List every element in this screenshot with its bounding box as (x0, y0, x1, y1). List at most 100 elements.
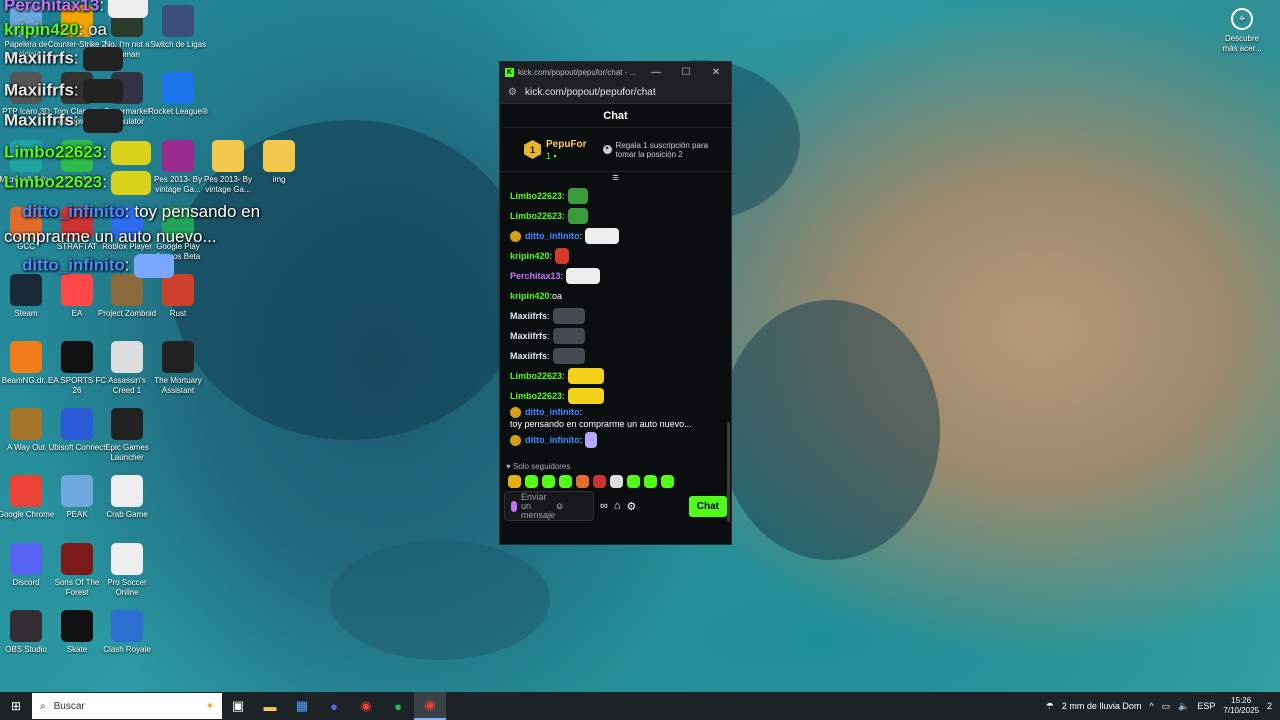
desktop-shortcut[interactable]: The Mortuary Assistant (148, 341, 208, 396)
chat-message: kripin420: oa (510, 286, 721, 306)
address-url: kick.com/popout/pepufor/chat (524, 87, 656, 98)
network-icon[interactable]: ▭ (1162, 701, 1171, 712)
address-bar[interactable]: ⚙ kick.com/popout/pepufor/chat (500, 82, 731, 104)
overlay-chat-line: ditto_infinito: toy pensando en (22, 202, 260, 222)
desktop-shortcut[interactable]: Switch de Ligas (148, 5, 208, 50)
search-placeholder: Buscar (53, 700, 85, 712)
microphone-icon[interactable] (511, 500, 517, 512)
chat-emote[interactable] (555, 248, 570, 264)
chrome-taskbar-icon[interactable]: ◉ (350, 692, 382, 720)
discover-shortcut[interactable]: ⌖ Descubre más acer... (1220, 8, 1264, 54)
quick-emote[interactable] (627, 475, 640, 488)
desktop-shortcut[interactable]: Rocket League® (148, 72, 208, 117)
league-icon (162, 5, 194, 37)
chat-emote[interactable] (552, 348, 585, 364)
chat-emote[interactable] (567, 208, 588, 224)
store-icon[interactable]: ⌂ (614, 500, 621, 512)
chat-username[interactable]: kripin420 (510, 290, 550, 302)
gift-sub-prompt[interactable]: ✦ Regala 1 suscripción para tomar la pos… (602, 141, 725, 159)
quick-emote[interactable] (576, 475, 589, 488)
quick-emote[interactable] (525, 475, 538, 488)
rank-badge-icon: 1 (524, 140, 541, 159)
copilot-icon: ✦ (205, 700, 214, 712)
quick-emote[interactable] (644, 475, 657, 488)
quick-emote[interactable] (593, 475, 606, 488)
system-tray: ☂ 2 mm de lluvia Dom ^ ▭ 🔈 ESP 15:26 7/1… (1046, 696, 1280, 716)
window-titlebar[interactable]: K kick.com/popout/pepufor/chat - ... — ☐… (500, 62, 731, 82)
chat-emote[interactable] (552, 328, 585, 344)
chat-emote[interactable] (552, 308, 585, 324)
chat-username[interactable]: ditto_infinito (525, 230, 579, 242)
leader-username[interactable]: PepuFor (546, 139, 587, 151)
spotify-taskbar-icon[interactable]: ● (382, 692, 414, 720)
desktop-shortcut[interactable]: Pro Soccer Online (97, 543, 157, 598)
maximize-button[interactable]: ☐ (671, 67, 701, 78)
weather-text[interactable]: 2 mm de lluvia Dom (1062, 701, 1142, 711)
file-explorer-icon[interactable]: ▬ (254, 692, 286, 720)
overlay-username: Limbo22623 (4, 142, 103, 162)
chat-separator: : (579, 231, 582, 241)
chrome-kick-taskbar-icon[interactable]: ◉ (414, 692, 446, 720)
quick-emote[interactable] (661, 475, 674, 488)
quick-emote[interactable] (559, 475, 572, 488)
close-button[interactable]: ✕ (701, 67, 731, 78)
collapse-pinned-icon[interactable]: ≡ (500, 172, 731, 186)
desktop-shortcut[interactable]: Crab Game (97, 475, 157, 520)
chat-username[interactable]: ditto_infinito (525, 406, 579, 418)
chat-username[interactable]: Limbo22623 (510, 390, 562, 402)
chat-username[interactable]: Maxiifrfs (510, 330, 547, 342)
windows-start-icon[interactable]: ⊞ (0, 699, 32, 713)
chat-scrollbar[interactable] (727, 422, 730, 522)
task-view-icon[interactable]: ▣ (222, 692, 254, 720)
quick-emote[interactable] (610, 475, 623, 488)
language-indicator[interactable]: ESP (1197, 701, 1215, 711)
subscriber-leaderboard[interactable]: 1 PepuFor 1 ▪ ✦ Regala 1 suscripción par… (500, 128, 731, 172)
chat-username[interactable]: Maxiifrfs (510, 310, 547, 322)
chat-username[interactable]: ditto_infinito (525, 434, 579, 446)
chat-input[interactable]: Enviar un mensaje ☺ (504, 491, 594, 521)
discord-taskbar-icon[interactable]: ● (318, 692, 350, 720)
kick-logo-icon: K (505, 67, 514, 77)
emoji-icon[interactable]: ☺ (555, 501, 564, 511)
desktop-shortcut[interactable]: img (249, 140, 309, 185)
chat-emote[interactable] (567, 188, 588, 204)
chat-username[interactable]: Limbo22623 (510, 190, 562, 202)
minimize-button[interactable]: — (641, 67, 671, 78)
send-chat-button[interactable]: Chat (688, 495, 727, 517)
obs-icon (10, 610, 42, 642)
mortuary-icon (162, 341, 194, 373)
clock-date: 7/10/2025 (1223, 706, 1259, 715)
chat-emote[interactable] (585, 432, 597, 448)
notifications-icon[interactable]: 2 (1267, 701, 1272, 711)
microsoft-store-icon[interactable]: ▦ (286, 692, 318, 720)
chat-username[interactable]: Maxiifrfs (510, 350, 547, 362)
volume-icon[interactable]: 🔈 (1178, 701, 1189, 712)
settings-icon[interactable]: ⚙ (627, 500, 637, 513)
desktop-shortcut[interactable]: Epic Games Launcher (97, 408, 157, 463)
desktop-shortcut[interactable]: Rust (148, 274, 208, 319)
weather-icon[interactable]: ☂ (1046, 701, 1054, 712)
chat-username[interactable]: Limbo22623 (510, 210, 562, 222)
tray-expand-icon[interactable]: ^ (1149, 701, 1153, 711)
supporter-badge-icon (510, 434, 521, 446)
quick-emote[interactable] (508, 475, 521, 488)
overlay-chat-line: Limbo22623: (4, 171, 151, 195)
chat-username[interactable]: Limbo22623 (510, 370, 562, 382)
taskbar-search[interactable]: ⌕ Buscar ✦ (32, 693, 222, 719)
desktop-shortcut[interactable]: Clash Royale (97, 610, 157, 655)
chat-emote[interactable] (566, 268, 601, 284)
taskbar: ⊞ ⌕ Buscar ✦ ▣ ▬ ▦ ● ◉ ● ◉ ☂ 2 mm de llu… (0, 692, 1280, 720)
quick-emote[interactable] (542, 475, 555, 488)
kicks-icon[interactable]: ∞ (600, 500, 608, 512)
desktop-shortcut-label: img (272, 175, 286, 184)
chat-username[interactable]: Perchitax13 (510, 270, 561, 282)
epic-icon (111, 408, 143, 440)
chat-emote[interactable] (585, 228, 619, 244)
chat-emote[interactable] (567, 368, 604, 384)
chat-message: Maxiifrfs: (510, 306, 721, 326)
chat-emote[interactable] (567, 388, 604, 404)
chat-username[interactable]: kripin420 (510, 250, 550, 262)
clock[interactable]: 15:26 7/10/2025 (1223, 696, 1259, 716)
site-settings-icon[interactable]: ⚙ (508, 87, 517, 98)
chat-message: kripin420: (510, 246, 721, 266)
